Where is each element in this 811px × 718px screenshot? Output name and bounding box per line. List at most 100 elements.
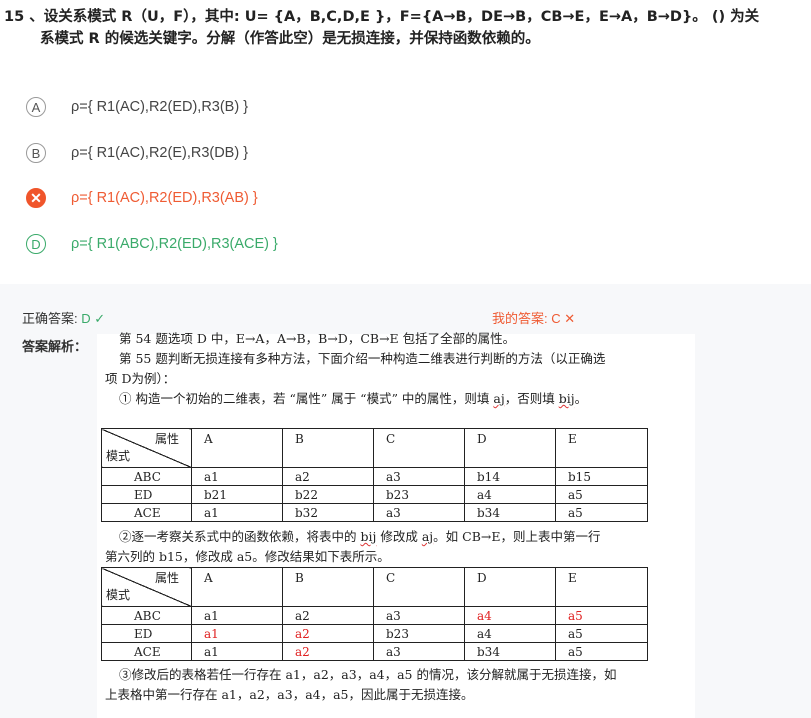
table-cell: b34: [464, 503, 556, 522]
explanation-text: ，否则填: [504, 391, 559, 406]
table-cell: a3: [373, 606, 465, 625]
correct-answer-value: D ✓: [81, 311, 106, 326]
explanation-text: 。: [574, 391, 588, 406]
table-cell: a5: [555, 624, 648, 643]
row-name: ABC: [101, 467, 192, 486]
option-c[interactable]: ✕ ρ={ R1(AC),R2(ED),R3(AB) }: [26, 185, 258, 211]
table-row: ABC a1 a2 a3 b14 b15: [101, 467, 648, 486]
column-header: C: [373, 428, 465, 468]
table-cell: a2: [282, 642, 374, 661]
option-a-badge: A: [26, 97, 46, 117]
schema-label: 模式: [106, 449, 131, 463]
table-cell: a1: [191, 467, 283, 486]
table-cell: a3: [373, 642, 465, 661]
table-cell: a4: [464, 606, 556, 625]
option-d-badge: D: [26, 234, 46, 254]
column-header: D: [464, 567, 556, 607]
table-header-corner: 属性 模式: [101, 428, 192, 468]
table-cell: a1: [191, 606, 283, 625]
column-header: E: [555, 428, 648, 468]
table-cell: a1: [191, 642, 283, 661]
table-cell: b14: [464, 467, 556, 486]
table-cell: b21: [191, 485, 283, 504]
option-d-text: ρ={ R1(ABC),R2(ED),R3(ACE) }: [71, 236, 278, 252]
explanation-text: 修改成: [376, 529, 422, 544]
answer-panel: 正确答案: D ✓ 我的答案: C ✕ 答案解析： 第 54 题选项 D 中，E…: [0, 284, 811, 718]
table-cell: b22: [282, 485, 374, 504]
table-cell: a3: [373, 467, 465, 486]
table-row: ACE a1 a2 a3 b34 a5: [101, 642, 648, 661]
my-answer: 我的答案: C ✕: [492, 308, 575, 327]
table-cell: a4: [464, 624, 556, 643]
explanation-paragraph-4: ① 构造一个初始的二维表，若 “属性” 属于 “模式” 中的属性，则填 aj，否…: [119, 389, 587, 409]
modified-table: 属性 模式 A B C D E ABC a1 a2 a3 a4 a5 ED a1: [101, 567, 648, 661]
explanation-image: 第 54 题选项 D 中，E→A，A→B，B→D，CB→E 包括了全部的属性。 …: [97, 331, 695, 718]
table-row: ED a1 a2 b23 a4 a5: [101, 624, 648, 643]
table-cell: b23: [373, 624, 465, 643]
explanation-term: aj: [421, 529, 434, 544]
table-cell: a2: [282, 467, 374, 486]
table-cell: a1: [191, 503, 283, 522]
explanation-text: ① 构造一个初始的二维表，若 “属性” 属于 “模式” 中的属性，则填: [119, 391, 494, 406]
explanation-paragraph-7: ③修改后的表格若任一行存在 a1，a2，a3，a4，a5 的情况，该分解就属于无…: [119, 667, 617, 682]
explanation-paragraph-5: ②逐一考察关系式中的函数依赖，将表中的 bij 修改成 aj。如 CB→E，则上…: [119, 527, 600, 547]
row-name: ED: [101, 485, 192, 504]
question-line-1: 15 、设关系模式 R（U，F），其中: U= {A，B,C,D,E }，F={…: [4, 9, 760, 25]
table-cell: a5: [555, 485, 648, 504]
wrong-mark-icon: ✕: [26, 188, 46, 208]
table-cell: a5: [555, 503, 648, 522]
table-row: ED b21 b22 b23 a4 a5: [101, 485, 648, 504]
explanation-paragraph-1: 第 54 题选项 D 中，E→A，A→B，B→D，CB→E 包括了全部的属性。: [119, 331, 516, 346]
option-b[interactable]: B ρ={ R1(AC),R2(E),R3(DB) }: [26, 140, 248, 166]
column-header: B: [282, 428, 374, 468]
explanation-text: ②逐一考察关系式中的函数依赖，将表中的: [119, 529, 361, 544]
explanation-term: bij: [360, 529, 377, 544]
column-header: A: [191, 428, 283, 468]
attr-label: 属性: [154, 432, 179, 446]
my-answer-value: C ✕: [551, 311, 576, 326]
table-row: ACE a1 b32 a3 b34 a5: [101, 503, 648, 522]
correct-answer: 正确答案: D ✓: [22, 308, 105, 327]
row-name: ACE: [101, 503, 192, 522]
table-cell: a2: [282, 624, 374, 643]
attr-label: 属性: [154, 571, 179, 585]
explanation-paragraph-3: 项 D为例）：: [105, 371, 176, 386]
table-cell: a5: [555, 606, 648, 625]
table-cell: a4: [464, 485, 556, 504]
column-header: B: [282, 567, 374, 607]
explanation-paragraph-8: 上表格中第一行存在 a1，a2，a3，a4，a5，因此属于无损连接。: [105, 687, 474, 702]
table-cell: b32: [282, 503, 374, 522]
option-b-text: ρ={ R1(AC),R2(E),R3(DB) }: [71, 145, 249, 161]
option-c-text: ρ={ R1(AC),R2(ED),R3(AB) }: [71, 190, 258, 206]
table-row: ABC a1 a2 a3 a4 a5: [101, 606, 648, 625]
table-cell: a1: [191, 624, 283, 643]
column-header: E: [555, 567, 648, 607]
initial-table: 属性 模式 A B C D E ABC a1 a2 a3 b14 b15 ED …: [101, 428, 648, 522]
explanation-paragraph-2: 第 55 题判断无损连接有多种方法，下面介绍一种构造二维表进行判断的方法（以正确…: [119, 351, 606, 366]
row-name: ACE: [101, 642, 192, 661]
row-name: ABC: [101, 606, 192, 625]
analysis-label: 答案解析：: [22, 339, 88, 354]
question-line-2: 系模式 R 的候选关键字。分解（作答此空）是无损连接，并保持函数依赖的。: [40, 31, 540, 47]
row-name: ED: [101, 624, 192, 643]
option-a-text: ρ={ R1(AC),R2(ED),R3(B) }: [71, 99, 249, 115]
table-header-corner: 属性 模式: [101, 567, 192, 607]
column-header: A: [191, 567, 283, 607]
option-a[interactable]: A ρ={ R1(AC),R2(ED),R3(B) }: [26, 94, 248, 120]
table-cell: b34: [464, 642, 556, 661]
table-cell: a2: [282, 606, 374, 625]
option-b-badge: B: [26, 143, 46, 163]
explanation-text: 。如 CB→E，则上表中第一行: [433, 529, 601, 544]
explanation-term: bij: [558, 391, 575, 406]
explanation-term: aj: [493, 391, 505, 406]
my-answer-label: 我的答案:: [492, 311, 548, 326]
schema-label: 模式: [106, 588, 131, 602]
table-cell: a3: [373, 503, 465, 522]
table-cell: b15: [555, 467, 648, 486]
column-header: D: [464, 428, 556, 468]
column-header: C: [373, 567, 465, 607]
table-cell: a5: [555, 642, 648, 661]
option-d[interactable]: D ρ={ R1(ABC),R2(ED),R3(ACE) }: [26, 231, 278, 257]
explanation-paragraph-6: 第六列的 b15，修改成 a5。修改结果如下表所示。: [105, 549, 390, 564]
table-cell: b23: [373, 485, 465, 504]
